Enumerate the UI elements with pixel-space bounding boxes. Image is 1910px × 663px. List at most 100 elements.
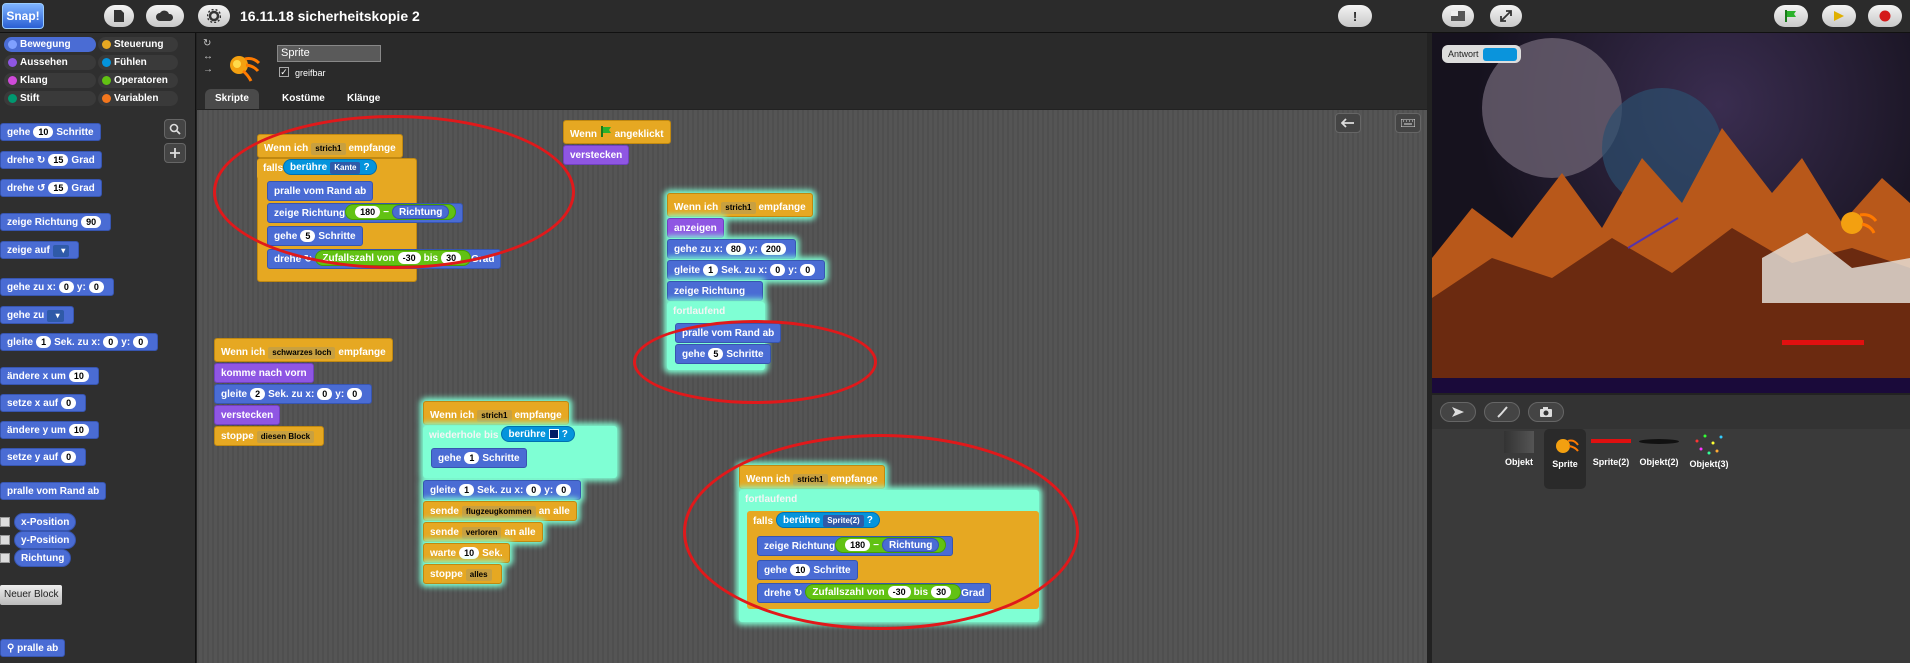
message-dropdown[interactable]: strich1 [477, 410, 512, 422]
block-input[interactable]: 0 [347, 388, 363, 400]
stop-dropdown[interactable]: alles [465, 569, 492, 581]
variable-watcher[interactable]: Antwort [1442, 45, 1521, 63]
alert-button[interactable]: ! [1338, 5, 1372, 27]
block-sende[interactable]: sende verloren an alle [423, 522, 543, 542]
block-input[interactable]: 0 [526, 484, 542, 496]
palette-block-drehe-links[interactable]: drehe ↺ 15 Grad [0, 179, 102, 197]
fullscreen-icon[interactable] [1490, 5, 1522, 27]
block-input[interactable]: 0 [58, 281, 74, 293]
block-input[interactable]: 10 [68, 370, 89, 382]
checkbox-richtung[interactable] [0, 553, 10, 563]
stop-icon[interactable] [1868, 5, 1902, 27]
block-input[interactable]: 0 [317, 388, 333, 400]
block-gehe[interactable]: gehe 1 Schritte [431, 448, 527, 468]
palette-block-gehe[interactable]: gehe 10 Schritte [0, 123, 101, 141]
palette-block-setze-y[interactable]: setze y auf 0 [0, 448, 87, 466]
block-input[interactable]: 2 [250, 388, 266, 400]
tab-klaenge[interactable]: Klänge [337, 89, 390, 109]
block-input[interactable]: 15 [48, 182, 69, 194]
camera-icon[interactable] [1528, 402, 1564, 422]
hat-block-green-flag[interactable]: Wenn angeklickt [563, 120, 671, 144]
block-input[interactable]: 0 [556, 484, 572, 496]
block-input[interactable]: 10 [33, 126, 54, 138]
block-input[interactable]: 10 [459, 547, 480, 559]
block-input[interactable]: 80 [725, 243, 746, 255]
block-input[interactable]: 0 [61, 397, 77, 409]
block-komme-nach-vorn[interactable]: komme nach vorn [214, 363, 314, 383]
stop-dropdown[interactable]: diesen Block [256, 431, 315, 443]
message-dropdown[interactable]: strich1 [721, 202, 756, 214]
block-dropdown[interactable]: ▾ [52, 245, 70, 257]
block-stoppe[interactable]: stoppe diesen Block [214, 426, 325, 446]
corral-sprite-objekt[interactable]: Objekt [1498, 431, 1540, 467]
block-input[interactable]: 0 [61, 451, 77, 463]
checkbox-x-position[interactable] [0, 517, 10, 527]
palette-block-gleite[interactable]: gleite 1 Sek. zu x: 0 y: 0 [0, 333, 159, 351]
snap-logo[interactable]: Snap! [2, 3, 44, 29]
file-icon[interactable] [104, 5, 134, 27]
block-warte[interactable]: warte 10 Sek. [423, 543, 510, 563]
corral-sprite-sprite2[interactable]: Sprite(2) [1590, 431, 1632, 467]
block-input[interactable]: 10 [68, 424, 89, 436]
block-sende[interactable]: sende flugzeugkommen an alle [423, 501, 577, 521]
reporter-richtung[interactable]: Richtung [14, 549, 72, 567]
palette-block-setze-x[interactable]: setze x auf 0 [0, 394, 87, 412]
block-input[interactable]: 200 [760, 243, 786, 255]
touching-color-swatch[interactable] [548, 429, 559, 440]
neuer-block-button[interactable]: Neuer Block [0, 585, 63, 605]
category-bewegung[interactable]: Bewegung [4, 37, 96, 52]
block-input[interactable]: 1 [703, 264, 719, 276]
block-stoppe[interactable]: stoppe alles [423, 564, 502, 584]
search-icon[interactable] [164, 119, 186, 139]
block-input[interactable]: 0 [770, 264, 786, 276]
block-gleite[interactable]: gleite 1 Sek. zu x: 0 y: 0 [667, 260, 826, 280]
checkbox-y-position[interactable] [0, 535, 10, 545]
block-zeige-richtung[interactable]: zeige Richtung [667, 281, 763, 301]
block-gleite[interactable]: gleite 1 Sek. zu x: 0 y: 0 [423, 480, 582, 500]
block-verstecken[interactable]: verstecken [214, 405, 281, 425]
tab-skripte[interactable]: Skripte [205, 89, 259, 109]
block-input[interactable]: 0 [800, 264, 816, 276]
block-gleite[interactable]: gleite 2 Sek. zu x: 0 y: 0 [214, 384, 373, 404]
category-variablen[interactable]: Variablen [98, 91, 178, 106]
corral-sprite-objekt3[interactable]: Objekt(3) [1686, 431, 1732, 469]
rotation-style-buttons[interactable]: ↻ ↔ → [203, 37, 213, 76]
cloud-icon[interactable] [146, 5, 184, 27]
tab-kostueme[interactable]: Kostüme [272, 89, 335, 109]
block-verstecken[interactable]: verstecken [563, 145, 630, 165]
category-aussehen[interactable]: Aussehen [4, 55, 96, 70]
block-dropdown[interactable]: ▾ [47, 310, 64, 322]
block-anzeigen[interactable]: anzeigen [667, 218, 724, 238]
palette-block-aendere-x[interactable]: ändere x um 10 [0, 367, 99, 385]
touching-block[interactable]: berühre? [501, 426, 575, 442]
category-steuerung[interactable]: Steuerung [98, 37, 178, 52]
stage-size-icon[interactable] [1442, 5, 1474, 27]
palette-block-gehe-zu-xy[interactable]: gehe zu x: 0 y: 0 [0, 278, 114, 296]
block-gehe-zu-xy[interactable]: gehe zu x: 80 y: 200 [667, 239, 796, 259]
reporter-y-position[interactable]: y-Position [14, 531, 77, 549]
category-klang[interactable]: Klang [4, 73, 96, 88]
script-area[interactable]: Wenn ich strich1 empfange falls berühre Kant… [197, 110, 1427, 663]
brush-icon[interactable] [1484, 402, 1520, 422]
block-input[interactable]: 0 [103, 336, 119, 348]
pause-icon[interactable] [1822, 5, 1856, 27]
undo-icon[interactable] [1335, 113, 1361, 133]
block-input[interactable]: 0 [133, 336, 149, 348]
stage[interactable]: Antwort [1432, 33, 1910, 393]
hat-block-receive[interactable]: Wenn ich schwarzes loch empfange [214, 338, 393, 362]
palette-block-pralle[interactable]: pralle vom Rand ab [0, 482, 107, 500]
palette-block-gehe-zu[interactable]: gehe zu ▾ [0, 306, 74, 324]
hat-block-receive[interactable]: Wenn ich strich1 empfange [423, 401, 569, 425]
block-input[interactable]: 1 [459, 484, 475, 496]
corral-sprite-objekt2[interactable]: Objekt(2) [1636, 431, 1682, 467]
message-dropdown[interactable]: verloren [461, 527, 502, 539]
palette-block-zeige-richtung[interactable]: zeige Richtung 90 [0, 213, 112, 231]
palette-block-aendere-y[interactable]: ändere y um 10 [0, 421, 99, 439]
green-flag-icon[interactable] [1774, 5, 1808, 27]
block-input[interactable]: 1 [36, 336, 52, 348]
reporter-x-position[interactable]: x-Position [14, 513, 77, 531]
block-input[interactable]: 1 [464, 452, 480, 464]
keyboard-icon[interactable] [1395, 113, 1421, 133]
palette-block-zeige-auf[interactable]: zeige auf ▾ [0, 241, 80, 259]
arrow-icon[interactable] [1440, 402, 1476, 422]
